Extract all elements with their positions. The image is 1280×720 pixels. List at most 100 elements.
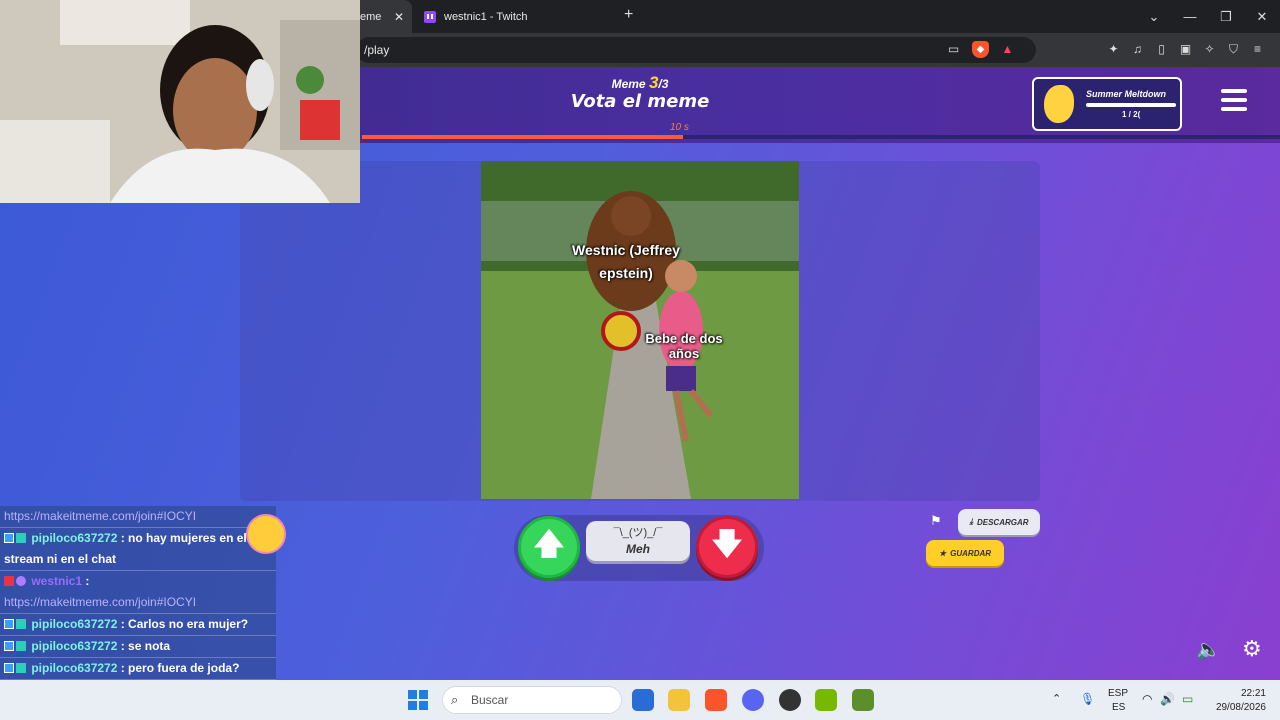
shrug-face: ¯\_(ツ)_/¯ [613,527,663,539]
chat-link[interactable]: https://makeitmeme.com/join#IOCYI [4,595,196,609]
minecraft-icon[interactable] [852,689,874,711]
wifi-icon[interactable]: ◠ [1142,692,1152,706]
microphone-icon[interactable]: 🎙 [1080,692,1095,706]
clock-date: 29/08/2026 [1215,702,1266,713]
page-title: Vota el meme [570,91,710,112]
badge-icon [16,533,26,543]
chat-text: : Carlos no era mujer? [117,617,249,631]
meme-current: 3 [648,73,659,92]
event-progress-bar [1086,103,1176,107]
cast-icon[interactable]: ▭ [945,41,962,58]
meme-total: /3 [658,77,669,91]
meme-caption-top: Westnic (Jeffrey epstein) [572,242,680,281]
chat-message: https://makeitmeme.com/join#IOCYI [0,506,276,528]
language-bottom[interactable]: ES [1112,702,1125,713]
taskbar: ⌕ Buscar ⌃ 🎙 ESP ES ◠ 🔊 ▭ 22:21 29/08/20… [0,680,1280,720]
chat-username[interactable]: pipiloco637272 [31,617,117,631]
meh-label: Meh [626,542,650,556]
store-icon[interactable] [632,689,654,711]
nvidia-icon[interactable] [815,689,837,711]
badge-icon [16,576,26,586]
badge-icon [16,641,26,651]
twitch-icon [424,10,436,23]
chevron-up-icon[interactable]: ⌃ [1052,692,1061,705]
clock-time: 22:21 [1240,688,1266,699]
brave-rewards-icon[interactable]: ▲ [999,41,1016,58]
badge-icon [16,619,26,629]
chat-username[interactable]: westnic1 [31,574,82,588]
save-button[interactable]: ★ GUARDAR [926,540,1004,566]
obs-icon[interactable] [779,689,801,711]
chat-username[interactable]: pipiloco637272 [31,639,117,653]
taskbar-search[interactable]: ⌕ Buscar [442,686,622,714]
menu-icon[interactable]: ≡ [1249,41,1266,58]
clock[interactable]: 22:21 29/08/2026 [1208,687,1266,715]
badge-icon [16,663,26,673]
tab-active-meme[interactable]: eme ✕ [352,0,412,33]
chat-message: pipiloco637272 : no hay mujeres en el st… [0,528,276,571]
file-explorer-icon[interactable] [668,689,690,711]
event-count: 1 / 2( [1122,110,1141,119]
tab-twitch[interactable]: westnic1 - Twitch [416,0,616,33]
vote-meh-button[interactable]: ¯\_(ツ)_/¯ Meh [586,521,690,561]
extensions-icon[interactable]: ✦ [1105,41,1122,58]
new-tab-icon[interactable]: + [624,6,633,24]
badge-icon [4,533,14,543]
meme-caption-bottom: Bebe de dos años [645,331,723,361]
minimize-icon[interactable]: — [1172,9,1208,24]
event-mascot-icon [1044,85,1074,123]
leo-ai-icon[interactable]: ✧ [1201,41,1218,58]
sidebar-icon[interactable]: ▯ [1153,41,1170,58]
badge-icon [4,641,14,651]
chevron-down-icon[interactable]: ⌄ [1136,9,1172,25]
chat-text: : [82,574,90,588]
chat-message: pipiloco637272 : pero fuera de joda? [0,658,276,680]
hamburger-menu-icon[interactable] [1221,89,1247,113]
tab-label: eme [360,10,382,23]
media-icon[interactable]: ♫ [1129,41,1146,58]
volume-icon[interactable]: 🔊 [1160,692,1175,706]
chat-username[interactable]: pipiloco637272 [31,531,117,545]
badge-icon [4,619,14,629]
star-icon: ★ [938,548,947,558]
vote-down-button[interactable]: 🡇 [696,516,758,578]
battery-icon[interactable]: ▭ [1182,692,1193,706]
address-bar[interactable]: /play [356,37,1036,63]
meme-image: Westnic (Jeffrey epstein) Bebe de dos añ… [481,161,799,499]
vote-up-button[interactable]: 🡅 [518,516,580,578]
event-title: Summer Meltdown [1086,89,1167,99]
broadcaster-badge-icon [4,576,14,586]
extension-icons: ✦ ♫ ▯ ▣ ✧ ⛉ ≡ [1105,41,1266,58]
chat-text: : se nota [117,639,171,653]
download-label: DESCARGAR [976,517,1029,527]
speaker-icon[interactable]: 🔈 [1196,637,1221,662]
chat-username[interactable]: pipiloco637272 [31,661,117,675]
gear-icon[interactable]: ⚙ [1242,636,1262,662]
close-window-icon[interactable]: ✕ [1244,9,1280,25]
wallet-icon[interactable]: ▣ [1177,41,1194,58]
timer-progress-bar [362,135,1280,139]
chat-message: westnic1 : https://makeitmeme.com/join#I… [0,571,276,614]
badge-icon [4,663,14,673]
restore-icon[interactable]: ❐ [1208,9,1244,25]
tab-label: westnic1 - Twitch [444,10,528,23]
webcam-overlay [0,0,360,203]
language-top[interactable]: ESP [1108,688,1128,699]
vpn-icon[interactable]: ⛉ [1225,41,1242,58]
discord-icon[interactable] [742,689,764,711]
meme-prefix: Meme [611,77,646,91]
url-text: /play [364,43,390,57]
meme-counter: Meme 3/3 [560,73,720,93]
download-button[interactable]: ⤓ DESCARGAR [958,509,1040,535]
chat-link[interactable]: https://makeitmeme.com/join#IOCYI [4,509,196,523]
arrow-up-icon: 🡅 [533,527,565,561]
windows-start-icon[interactable] [408,690,428,710]
brave-browser-icon[interactable] [705,689,727,711]
brave-shield-icon[interactable]: ◆ [972,41,989,58]
download-icon: ⤓ [969,517,973,526]
chat-message: pipiloco637272 : se nota [0,636,276,658]
close-tab-icon[interactable]: ✕ [394,10,404,24]
address-bar-icons: ▭ ◆ ▲ [945,41,1016,58]
event-card[interactable]: Summer Meltdown 1 / 2( [1032,77,1182,131]
report-flag-icon[interactable]: ⚑ [930,513,942,529]
